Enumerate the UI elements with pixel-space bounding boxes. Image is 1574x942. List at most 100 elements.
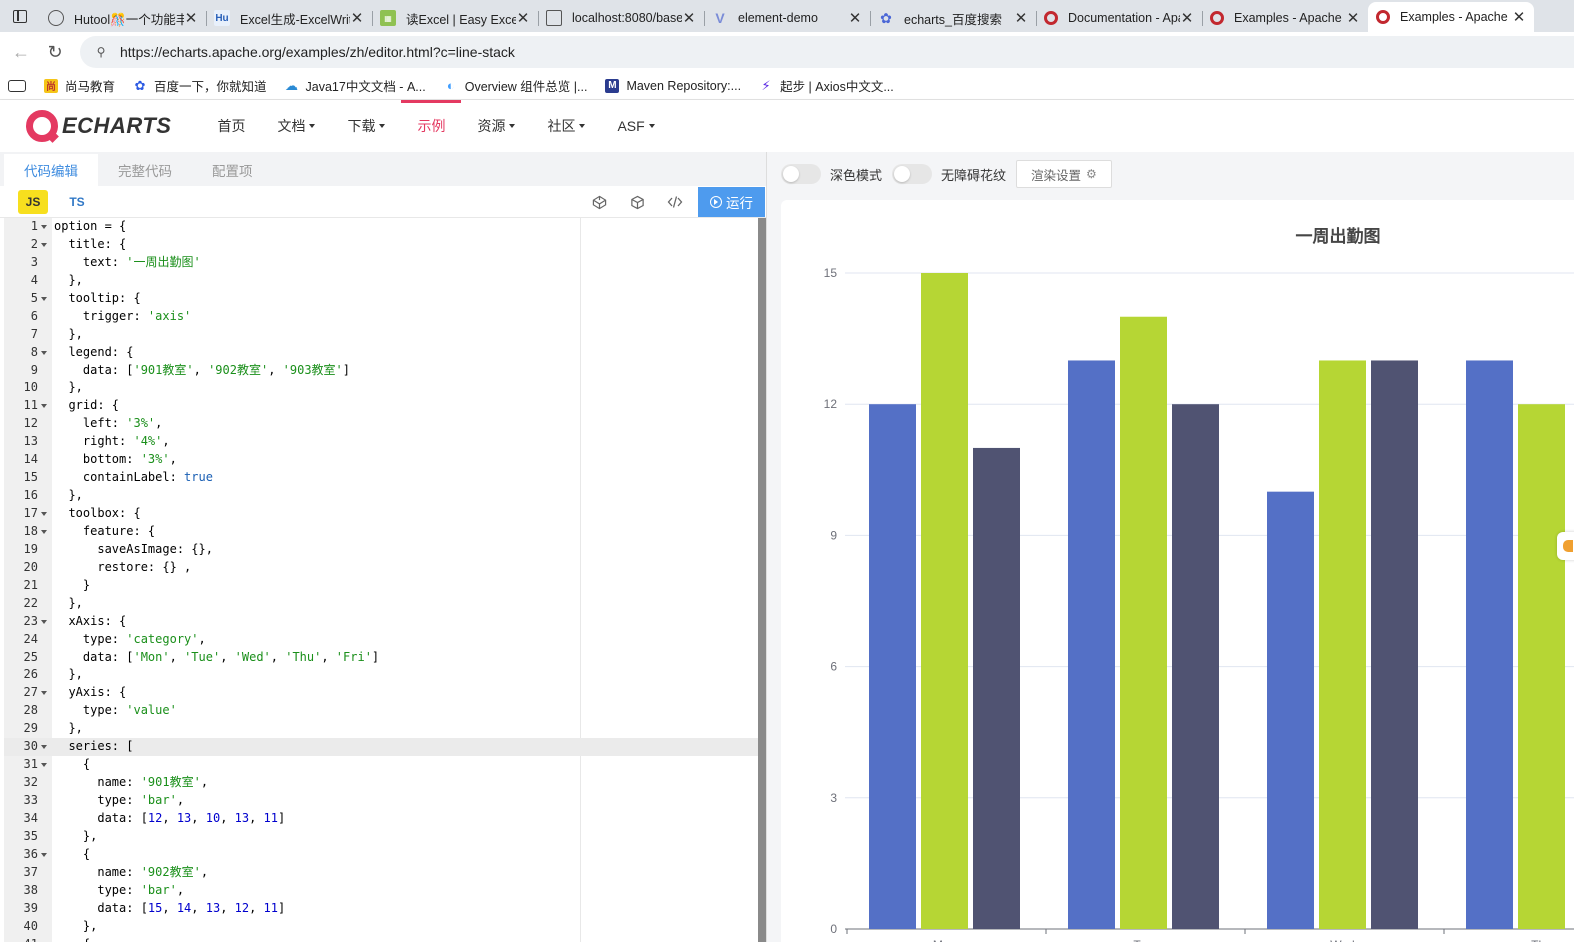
address-bar: ← ↻ ⚲ https://echarts.apache.org/example… xyxy=(0,32,1574,72)
fold-arrow-icon[interactable] xyxy=(41,745,47,750)
fold-arrow-icon[interactable] xyxy=(41,763,47,768)
apps-icon[interactable] xyxy=(8,79,26,92)
y-tick-label: 3 xyxy=(830,791,837,805)
code-text: right: '4%', xyxy=(54,434,170,449)
fold-arrow-icon[interactable] xyxy=(41,350,47,355)
fold-arrow-icon[interactable] xyxy=(41,296,47,301)
fold-arrow-icon[interactable] xyxy=(41,529,47,534)
x-tick-label: Tue xyxy=(1133,938,1154,942)
url-text[interactable]: https://echarts.apache.org/examples/zh/e… xyxy=(120,44,515,60)
browser-tab[interactable]: ✿ echarts_百度搜索 ✕ xyxy=(870,4,1036,32)
close-tab-icon[interactable]: ✕ xyxy=(350,9,364,27)
run-button[interactable]: 运行 xyxy=(698,187,765,217)
browser-tab[interactable]: ▦ 读Excel | Easy Excel ✕ xyxy=(372,4,538,32)
dark-mode-label: 深色模式 xyxy=(830,167,883,183)
chart-title: 一周出勤图 xyxy=(1296,226,1381,246)
code-text: xAxis: { xyxy=(54,613,127,628)
codesandbox-icon[interactable] xyxy=(618,186,656,218)
browser-tab[interactable]: Examples - Apache ECharts✕ xyxy=(1368,2,1534,32)
site-info-icon[interactable]: ⚲ xyxy=(92,43,110,61)
close-tab-icon[interactable]: ✕ xyxy=(1180,9,1194,27)
editor-tab[interactable]: 配置项 xyxy=(192,154,273,186)
nav-item[interactable]: 文档 xyxy=(261,100,331,152)
nav-item[interactable]: ASF xyxy=(601,100,670,152)
editor-scrollbar[interactable] xyxy=(758,218,766,942)
nav-item[interactable]: 资源 xyxy=(461,100,531,152)
code-area[interactable]: 1 option = {2 title: {3 text: '一周出勤图' 4 },… xyxy=(4,218,758,942)
bar xyxy=(1068,360,1115,929)
close-tab-icon[interactable]: ✕ xyxy=(1346,9,1360,27)
lang-js-button[interactable]: JS xyxy=(18,189,48,214)
fold-arrow-icon[interactable] xyxy=(41,512,47,516)
fold-arrow-icon[interactable] xyxy=(41,691,47,696)
tab-actions-icon[interactable] xyxy=(0,0,40,32)
axios-icon: ⚡ xyxy=(761,77,771,93)
fold-arrow-icon[interactable] xyxy=(41,619,47,624)
code-text: data: [15, 14, 13, 12, 11] xyxy=(54,900,286,915)
maven-icon: M xyxy=(605,78,620,93)
run-label: 运行 xyxy=(726,196,753,211)
code-line: 36 { xyxy=(4,846,758,864)
code-text: data: ['901教室', '902教室', '903教室'] xyxy=(54,362,350,377)
bookmark-item[interactable]: ◐ Overview 组件总览 |... xyxy=(444,76,588,95)
line-number: 37 xyxy=(23,864,38,879)
line-number: 35 xyxy=(23,828,38,843)
line-number: 1 xyxy=(30,219,38,233)
bookmark-item[interactable]: ☁ Java17中文文档 - A... xyxy=(285,76,426,95)
y-tick-label: 12 xyxy=(824,397,838,411)
preview-panel: 深色模式 无障碍花纹 渲染设置 ⚙ 一周出勤图 0 3 6 9 12 15 Mon Tue Wed… xyxy=(766,152,1574,942)
bookmark-item[interactable]: ✿ 百度一下，你就知道 xyxy=(133,76,267,95)
editor-tab[interactable]: 完整代码 xyxy=(98,154,192,186)
code-line: 9 data: ['901教室', '902教室', '903教室'] xyxy=(4,362,758,380)
close-tab-icon[interactable]: ✕ xyxy=(1014,9,1028,27)
code-icon[interactable] xyxy=(656,186,694,218)
browser-tab[interactable]: Examples - Apache ECharts✕ xyxy=(1202,4,1368,32)
line-number: 2 xyxy=(30,236,38,251)
bookmark-item[interactable]: M Maven Repository:... xyxy=(605,78,741,93)
browser-tab[interactable]: Documentation - Apache✕ xyxy=(1036,4,1202,32)
editor-tab[interactable]: 代码编辑 xyxy=(4,154,98,186)
lang-ts-button[interactable]: TS xyxy=(62,190,92,214)
line-number: 11 xyxy=(23,398,38,413)
fold-arrow-icon[interactable] xyxy=(41,225,47,229)
nav-item[interactable]: 社区 xyxy=(531,100,601,152)
vue-icon: V xyxy=(715,10,725,26)
echarts-logo[interactable]: ECHARTS xyxy=(26,110,171,142)
bookmark-label: Java17中文文档 - A... xyxy=(305,80,426,94)
aria-pattern-switch[interactable] xyxy=(892,164,933,184)
codepen-icon[interactable] xyxy=(580,186,618,218)
bookmark-item[interactable]: 尚尚马教育 xyxy=(44,76,115,95)
nav-item[interactable]: 首页 xyxy=(201,100,261,152)
code-line: 30 series: [ xyxy=(4,738,758,757)
bar-chart[interactable]: 一周出勤图 0 3 6 9 12 15 Mon Tue Wed Thu xyxy=(781,200,1574,942)
reload-icon[interactable]: ↻ xyxy=(38,35,72,69)
close-tab-icon[interactable]: ✕ xyxy=(1512,8,1526,26)
fold-arrow-icon[interactable] xyxy=(41,852,47,857)
code-text: type: 'bar', xyxy=(54,882,185,897)
nav-item[interactable]: 下载 xyxy=(331,100,401,152)
close-tab-icon[interactable]: ✕ xyxy=(184,9,198,27)
code-line: 25 data: ['Mon', 'Tue', 'Wed', 'Thu', 'F… xyxy=(4,649,758,667)
back-icon[interactable]: ← xyxy=(4,35,38,69)
side-drawer-handle[interactable] xyxy=(1557,532,1574,560)
fold-arrow-icon[interactable] xyxy=(41,242,47,247)
nav-item[interactable]: 示例 xyxy=(401,100,462,152)
browser-tab[interactable]: Velement-demo ✕ xyxy=(704,4,870,32)
close-tab-icon[interactable]: ✕ xyxy=(682,9,696,27)
code-line: 26 }, xyxy=(4,666,758,684)
render-settings-button[interactable]: 渲染设置 ⚙ xyxy=(1016,160,1112,188)
dark-mode-switch[interactable] xyxy=(781,164,821,184)
browser-tab[interactable]: Hutool🎊一个功能丰富✕ xyxy=(40,4,206,32)
bookmark-item[interactable]: ⚡ 起步 | Axios中文文... xyxy=(759,76,894,95)
url-field[interactable]: ⚲ https://echarts.apache.org/examples/zh… xyxy=(80,36,1574,68)
line-number: 21 xyxy=(23,577,38,592)
close-tab-icon[interactable]: ✕ xyxy=(516,9,530,27)
browser-tab[interactable]: Hu Excel生成-ExcelWriter✕ xyxy=(206,4,372,32)
browser-tab[interactable]: localhost:8080/base ✕ xyxy=(538,4,704,32)
bar xyxy=(869,404,916,929)
fold-arrow-icon[interactable] xyxy=(41,404,47,409)
code-line: 4 }, xyxy=(4,272,758,290)
line-number: 32 xyxy=(23,775,38,790)
echarts-icon xyxy=(1376,10,1390,24)
close-tab-icon[interactable]: ✕ xyxy=(848,9,862,27)
